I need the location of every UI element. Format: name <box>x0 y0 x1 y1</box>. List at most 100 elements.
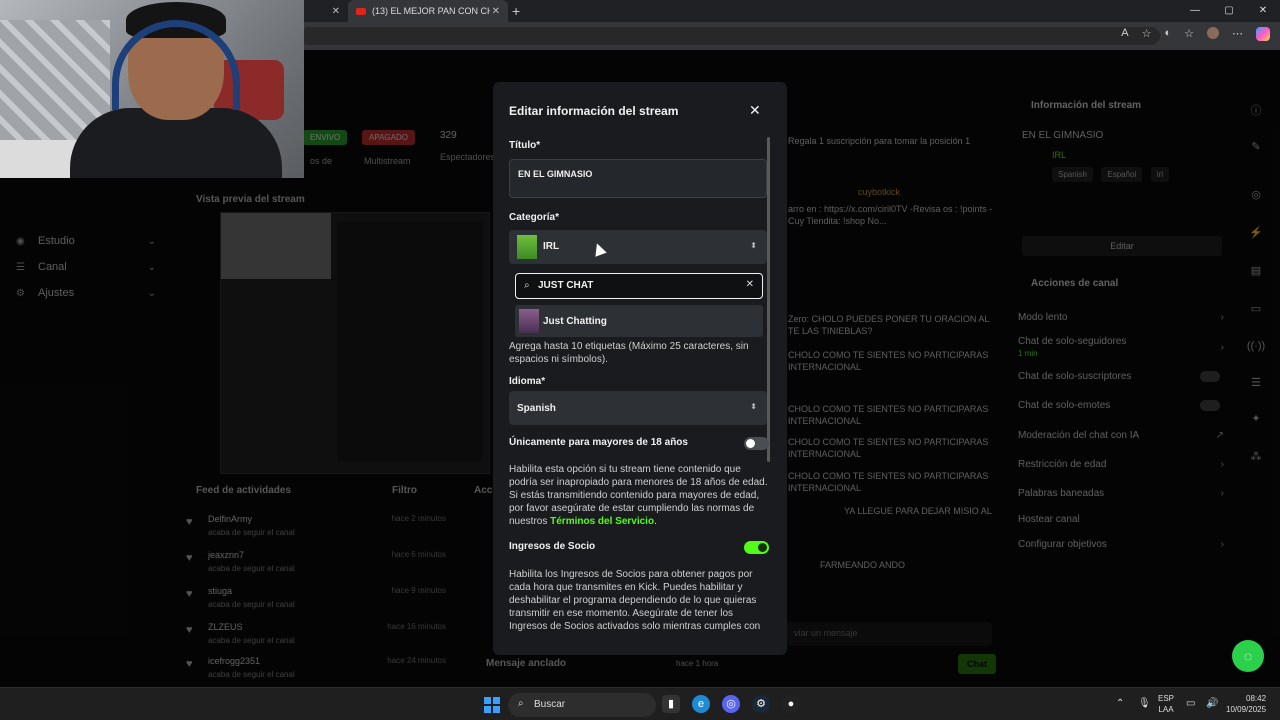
follower-action: acaba de seguir el canal <box>208 670 295 679</box>
stream-title-input[interactable]: EN EL GIMNASIO <box>509 159 767 198</box>
windows-start-icon[interactable] <box>484 697 500 713</box>
activity-filter-button[interactable]: Filtro <box>392 485 417 496</box>
network-icon[interactable]: ▭ <box>1186 698 1195 709</box>
clear-search-icon[interactable]: ✕ <box>746 279 754 290</box>
action-banned-words[interactable]: Palabras baneadas › <box>1018 488 1224 499</box>
favorite-star-icon[interactable]: ☆ <box>1142 27 1152 41</box>
stream-info-title: Información del stream <box>1031 100 1142 111</box>
chat-input[interactable]: viar un mensaje <box>786 622 992 646</box>
chevron-right-icon: › <box>1220 342 1224 353</box>
close-window-button[interactable]: ✕ <box>1246 0 1280 22</box>
follower-time: hace 2 minutos <box>391 514 446 523</box>
document-icon[interactable]: ▤ <box>1246 264 1266 277</box>
tile-label-2: Multistream <box>364 156 411 166</box>
sidebar-item-label: Ajustes <box>38 287 75 299</box>
maximize-button[interactable]: ▢ <box>1212 0 1246 22</box>
pencil-icon[interactable]: ✎ <box>1246 140 1266 153</box>
volume-icon[interactable]: 🔊 <box>1206 698 1218 709</box>
clock-time: 08:42 <box>1246 694 1267 703</box>
chat-message: CHOLO COMO TE SIENTES NO PARTICIPARAS IN… <box>788 471 989 493</box>
category-search-input[interactable]: ⌕ JUST CHAT ✕ <box>515 273 763 299</box>
tab-title: (13) EL MEJOR PAN CON CHICHA <box>372 6 490 16</box>
broadcast-icon[interactable]: ((·)) <box>1246 340 1266 352</box>
chat-send-button[interactable]: Chat <box>958 654 996 674</box>
more-menu-icon[interactable]: ⋯ <box>1232 27 1243 41</box>
browser-toolbar-icons: A ☆ ◐ ☆ ⋯ <box>1121 27 1270 41</box>
sidebar-item-estudio[interactable]: ◉ Estudio ⌄ <box>0 228 172 254</box>
camera-icon[interactable]: ◎ <box>1246 188 1266 201</box>
microphone-icon[interactable]: 🎙 <box>1138 698 1151 709</box>
category-select[interactable]: IRL ⬍ <box>509 230 767 264</box>
language-indicator[interactable]: ESP LAA <box>1158 693 1174 715</box>
copilot-icon[interactable] <box>1256 27 1270 41</box>
webcam-overlay <box>0 0 304 178</box>
discord-icon[interactable]: ◎ <box>722 695 740 713</box>
action-ai-moderation[interactable]: Moderación del chat con IA ↗ <box>1018 430 1224 441</box>
edit-stream-button[interactable]: Editar <box>1022 236 1222 256</box>
clock[interactable]: 08:42 10/09/2025 <box>1226 693 1266 715</box>
taskbar-search[interactable]: ⌕ Buscar <box>508 693 656 717</box>
nodes-icon[interactable]: ⁂ <box>1246 450 1266 463</box>
stream-preview[interactable] <box>220 212 490 474</box>
action-host-channel[interactable]: Hostear canal <box>1018 514 1224 525</box>
read-aloud-icon[interactable]: A <box>1121 27 1128 41</box>
chat-message: CHOLO COMO TE SIENTES NO PARTICIPARAS IN… <box>788 404 989 426</box>
follower-action: acaba de seguir el canal <box>208 600 295 609</box>
extension-icon[interactable]: ◐ <box>1164 27 1171 41</box>
preview-screen <box>337 221 483 461</box>
chevron-down-icon: ⌄ <box>147 235 156 247</box>
gear-icon: ⚙ <box>16 287 25 299</box>
left-sidebar: ◉ Estudio ⌄ ☰ Canal ⌄ ⚙ Ajustes ⌄ <box>0 228 172 306</box>
chat-icon[interactable]: ▭ <box>1246 302 1266 315</box>
stream-info-title-value: EN EL GIMNASIO <box>1022 130 1104 141</box>
obs-icon[interactable]: ● <box>782 695 800 713</box>
steam-icon[interactable]: ⚙ <box>752 695 770 713</box>
close-tab-icon[interactable]: ✕ <box>492 6 500 17</box>
sidebar-item-ajustes[interactable]: ⚙ Ajustes ⌄ <box>0 280 172 306</box>
action-followers-only[interactable]: Chat de solo-seguidores 1 min › <box>1018 336 1224 358</box>
action-emotes-only[interactable]: Chat de solo-emotes <box>1018 400 1224 411</box>
category-result-item[interactable]: Just Chatting <box>515 305 763 337</box>
file-explorer-icon[interactable]: ▮ <box>662 695 680 713</box>
language-select[interactable]: Spanish ⬍ <box>509 391 767 425</box>
follower-action: acaba de seguir el canal <box>208 636 295 645</box>
adult-content-toggle[interactable] <box>744 437 769 450</box>
actions-panel-title: Acc <box>474 485 493 496</box>
list-icon[interactable]: ☰ <box>1246 376 1266 389</box>
wrench-icon[interactable]: ✦ <box>1246 412 1266 425</box>
tile-label-1: os de <box>310 156 333 166</box>
follower-action: acaba de seguir el canal <box>208 564 295 573</box>
chevron-right-icon: › <box>1220 312 1224 323</box>
profile-avatar[interactable] <box>1207 27 1219 39</box>
sidebar-item-label: Estudio <box>38 235 75 247</box>
partner-revenue-toggle[interactable] <box>744 541 769 554</box>
toggle[interactable] <box>1200 400 1220 411</box>
adult-content-help: Habilita esta opción si tu stream tiene … <box>509 464 768 527</box>
follower-action: acaba de seguir el canal <box>208 528 295 537</box>
chevron-up-icon[interactable]: ⌃ <box>1116 698 1124 709</box>
browser-tab-youtube[interactable]: (13) EL MEJOR PAN CON CHICHA ✕ <box>348 0 508 22</box>
address-bar[interactable] <box>300 27 1160 45</box>
action-slow-mode[interactable]: Modo lento › <box>1018 312 1224 323</box>
minimize-button[interactable]: — <box>1178 0 1212 22</box>
modal-scrollbar[interactable] <box>767 137 770 462</box>
sidebar-item-canal[interactable]: ☰ Canal ⌄ <box>0 254 172 280</box>
toggle[interactable] <box>1200 371 1220 382</box>
close-tab-icon[interactable]: ✕ <box>332 6 340 17</box>
action-age-restriction[interactable]: Restricción de edad › <box>1018 459 1224 470</box>
edge-browser-icon[interactable]: e <box>692 695 710 713</box>
bolt-icon[interactable]: ⚡ <box>1246 226 1266 239</box>
favorites-icon[interactable]: ☆ <box>1184 27 1194 41</box>
chat-bubble-icon[interactable]: ◌ <box>1232 640 1264 672</box>
action-goals[interactable]: Configurar objetivos › <box>1018 539 1224 550</box>
new-tab-button[interactable]: + <box>512 3 520 19</box>
follower-time: hace 6 minutos <box>391 550 446 559</box>
info-icon[interactable]: ⓘ <box>1246 102 1266 118</box>
heart-icon: ♥ <box>186 658 193 670</box>
browser-tab[interactable]: ✕ <box>300 0 348 22</box>
heart-icon: ♥ <box>186 552 193 564</box>
action-subscribers-only[interactable]: Chat de solo-suscriptores <box>1018 371 1224 382</box>
terms-of-service-link[interactable]: Términos del Servicio <box>550 516 654 527</box>
search-icon: ⌕ <box>518 698 524 709</box>
close-icon[interactable]: ✕ <box>749 102 761 119</box>
